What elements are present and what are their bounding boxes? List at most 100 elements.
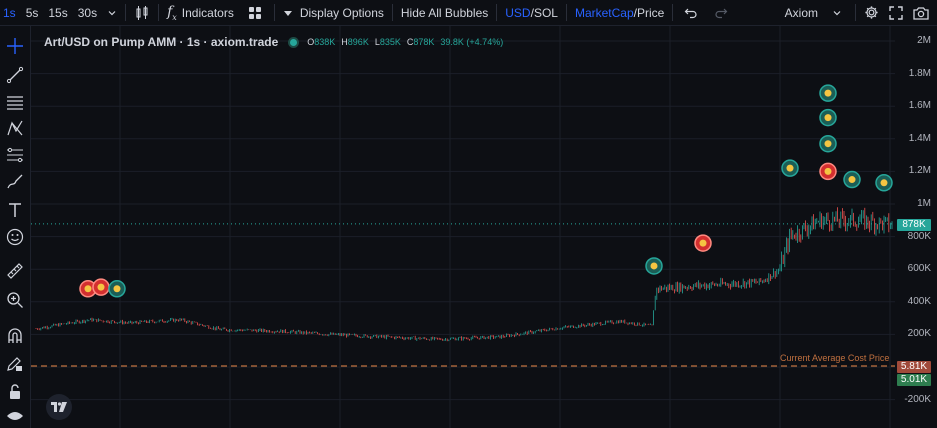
bubble-avatar (824, 114, 832, 122)
change-value: 39.8K (+4.74%) (440, 37, 504, 47)
zoom-in-icon[interactable] (3, 288, 27, 312)
horizontal-lines-icon[interactable] (3, 90, 27, 114)
display-options-label: Display Options (299, 5, 384, 20)
gear-icon[interactable] (859, 0, 884, 25)
buy-bubble (781, 159, 799, 177)
sell-bubble (694, 234, 712, 252)
bubble-avatar (824, 140, 832, 148)
eye-icon[interactable] (3, 404, 27, 428)
chart-grid (31, 26, 895, 428)
sell-bubble (819, 162, 837, 181)
tick-label: 800K (907, 231, 931, 242)
interval-1s[interactable]: 1s (0, 0, 21, 25)
brush-icon[interactable] (3, 170, 27, 194)
candle-series (35, 207, 893, 342)
ruler-icon[interactable] (3, 259, 27, 283)
metric-toggle[interactable]: MarketCap / Price (570, 0, 669, 25)
buy-bubble (843, 170, 861, 189)
low-value: 835K (379, 37, 401, 47)
buy-bubble (819, 84, 837, 102)
interval-5s[interactable]: 5s (21, 0, 44, 25)
caret-down-icon (283, 10, 292, 16)
symbol-title: Art/USD on Pump AMM · 1s · axiom.trade (44, 35, 279, 49)
pitchfork-icon[interactable] (3, 116, 27, 140)
status-dot-icon (290, 38, 298, 46)
chart-legend: Art/USD on Pump AMM · 1s · axiom.trade O… (44, 35, 509, 49)
tick-label: 600K (907, 263, 931, 274)
pencil-lock-icon[interactable] (3, 352, 27, 376)
close-value: 878K (413, 37, 435, 47)
tick-label: 1.4M (908, 133, 931, 144)
tick-label: 2M (917, 35, 931, 46)
currency-toggle[interactable]: USD / SOL (500, 0, 563, 25)
bubble-avatar (113, 285, 121, 293)
tv-logo-icon (51, 402, 67, 412)
layout-grid-icon[interactable] (239, 0, 271, 25)
average-cost-label: Current Average Cost Price (780, 353, 890, 363)
tick-label: 1.8M (908, 68, 931, 79)
divider (391, 4, 393, 21)
tradingview-logo[interactable] (46, 394, 72, 420)
buy-bubble (875, 174, 893, 192)
buy-bubble (108, 280, 126, 298)
function-icon: fx (167, 3, 177, 22)
trade-bubbles (79, 84, 893, 298)
chevron-down-icon[interactable] (102, 0, 122, 25)
divider (158, 4, 160, 21)
cost-tag-green: 5.01K (897, 374, 931, 386)
ohlc-values: O838K H896K L835K C878K 39.8K (+4.74%) (307, 37, 509, 47)
sell-bubble (92, 278, 110, 296)
current-price-tag: 878K (897, 219, 931, 231)
buy-bubble (819, 108, 837, 127)
indicators-label: Indicators (181, 5, 234, 20)
tick-label: 200K (907, 328, 931, 339)
hide-bubbles-button[interactable]: Hide All Bubbles (396, 0, 493, 25)
top-toolbar: 1s 5s 15s 30s fx Indicators Display Opti… (0, 0, 937, 26)
interval-30s[interactable]: 30s (73, 0, 102, 25)
divider (672, 4, 674, 21)
indicators-button[interactable]: fx Indicators (162, 0, 239, 25)
fullscreen-icon[interactable] (884, 0, 908, 25)
cost-tag-red: 5.81K (897, 361, 931, 373)
bubble-avatar (824, 89, 832, 97)
currency-sol: SOL (533, 5, 558, 20)
drawing-toolbar (0, 26, 31, 428)
trend-line-icon[interactable] (3, 63, 27, 87)
bubble-avatar (650, 262, 658, 270)
camera-icon[interactable] (908, 0, 937, 25)
high-label: H (341, 37, 348, 47)
bubble-avatar (786, 164, 794, 172)
source-select[interactable]: Axiom (780, 0, 820, 25)
divider (855, 4, 856, 21)
buy-bubble (645, 257, 663, 275)
tick-label: 1.6M (908, 100, 931, 111)
redo-icon[interactable] (706, 0, 736, 25)
metric-price: Price (637, 5, 665, 20)
bubble-avatar (97, 283, 105, 291)
sell-bubble (79, 280, 97, 298)
bubble-avatar (824, 167, 832, 175)
tick-label: -200K (904, 394, 931, 405)
emoji-icon[interactable] (3, 225, 27, 249)
tick-label: 1M (917, 198, 931, 209)
text-icon[interactable] (3, 198, 27, 222)
crosshair-icon[interactable] (3, 34, 27, 58)
divider (273, 4, 275, 21)
undo-icon[interactable] (676, 0, 706, 25)
high-value: 896K (347, 37, 369, 47)
bubble-avatar (848, 176, 856, 184)
currency-usd: USD (505, 5, 531, 20)
divider (496, 4, 498, 21)
source-chevron-icon[interactable] (820, 0, 852, 25)
bubble-avatar (880, 179, 888, 187)
tick-label: 1.2M (908, 165, 931, 176)
lock-icon[interactable] (3, 380, 27, 404)
interval-15s[interactable]: 15s (43, 0, 72, 25)
display-options-button[interactable]: Display Options (278, 0, 389, 25)
candles-icon[interactable] (129, 0, 155, 25)
open-value: 838K (314, 37, 336, 47)
divider (565, 4, 567, 21)
magnet-icon[interactable] (3, 324, 27, 348)
candlestick-chart[interactable] (0, 0, 937, 428)
fib-retracement-icon[interactable] (3, 143, 27, 167)
